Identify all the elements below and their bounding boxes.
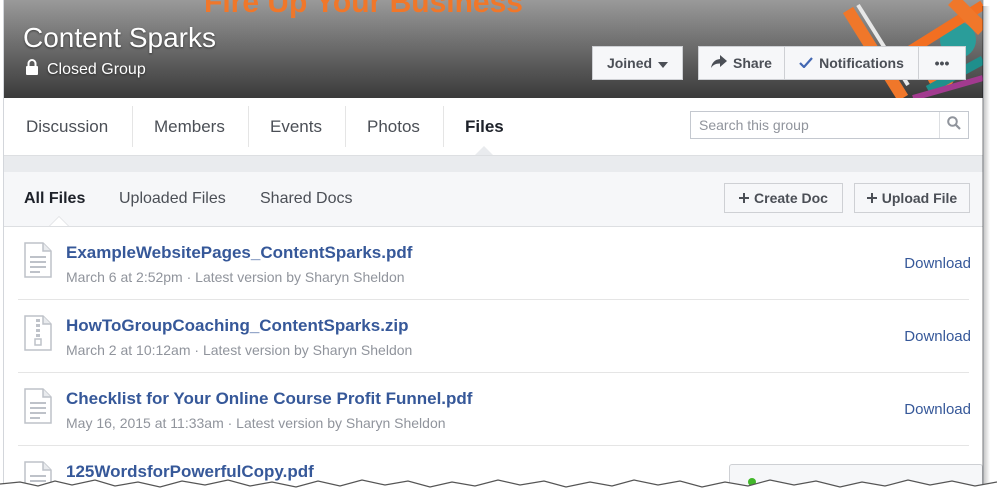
group-privacy-label: Closed Group [47, 60, 146, 78]
subtab-uploaded-files[interactable]: Uploaded Files [119, 172, 226, 226]
group-page: Fire Up Your Business Content Sparks Clo… [3, 0, 984, 498]
nav-divider [443, 106, 444, 147]
document-icon [24, 242, 52, 283]
file-name-link[interactable]: Checklist for Your Online Course Profit … [66, 389, 472, 409]
file-name-link[interactable]: ExampleWebsitePages_ContentSparks.pdf [66, 243, 412, 263]
group-search [690, 111, 969, 139]
share-arrow-icon [711, 55, 728, 71]
group-title[interactable]: Content Sparks [23, 22, 216, 54]
more-dots-icon: ••• [934, 55, 950, 71]
share-button[interactable]: Share [698, 46, 785, 80]
search-button[interactable] [939, 112, 968, 138]
checkmark-icon [799, 55, 813, 71]
file-row: HowToGroupCoaching_ContentSparks.zip Mar… [4, 300, 983, 373]
file-name-link[interactable]: HowToGroupCoaching_ContentSparks.zip [66, 316, 409, 336]
tab-discussion[interactable]: Discussion [26, 98, 108, 155]
notifications-label: Notifications [819, 55, 904, 71]
nav-divider [345, 106, 346, 147]
plus-icon [739, 190, 750, 206]
nav-divider [248, 106, 249, 147]
zip-file-icon [24, 315, 52, 356]
chevron-down-icon [658, 55, 669, 71]
lock-icon [25, 59, 39, 80]
notifications-button[interactable]: Notifications [784, 46, 919, 80]
active-subtab-caret [50, 217, 68, 226]
subtab-shared-docs[interactable]: Shared Docs [260, 172, 353, 226]
more-options-button[interactable]: ••• [918, 46, 966, 80]
file-meta: March 2 at 10:12am · Latest version by S… [66, 342, 413, 358]
tab-photos[interactable]: Photos [367, 98, 420, 155]
document-icon [24, 388, 52, 429]
file-meta: May 16, 2015 at 11:33am · Latest version… [66, 415, 446, 431]
file-row: Checklist for Your Online Course Profit … [4, 373, 983, 446]
file-row: ExampleWebsitePages_ContentSparks.pdf Ma… [4, 227, 983, 300]
share-label: Share [733, 55, 772, 71]
section-gap [4, 156, 983, 172]
torn-edge [0, 479, 997, 498]
active-tab-caret [475, 146, 493, 155]
nav-divider [132, 106, 133, 147]
plus-icon [866, 190, 877, 206]
joined-label: Joined [606, 55, 653, 71]
download-link[interactable]: Download [904, 255, 971, 272]
joined-button[interactable]: Joined [592, 46, 683, 80]
cover-banner-text: Fire Up Your Business [204, 0, 523, 19]
upload-file-button[interactable]: Upload File [854, 183, 970, 213]
tab-members[interactable]: Members [154, 98, 225, 155]
download-link[interactable]: Download [904, 401, 971, 418]
upload-file-label: Upload File [881, 190, 958, 206]
download-link[interactable]: Download [904, 328, 971, 345]
file-meta: March 6 at 2:52pm · Latest version by Sh… [66, 269, 405, 285]
create-doc-button[interactable]: Create Doc [724, 183, 843, 213]
page-shadow [982, 6, 990, 498]
group-privacy: Closed Group [25, 59, 146, 80]
tab-events[interactable]: Events [270, 98, 322, 155]
search-input[interactable] [691, 112, 947, 138]
create-doc-label: Create Doc [754, 190, 828, 206]
search-icon [947, 115, 961, 135]
